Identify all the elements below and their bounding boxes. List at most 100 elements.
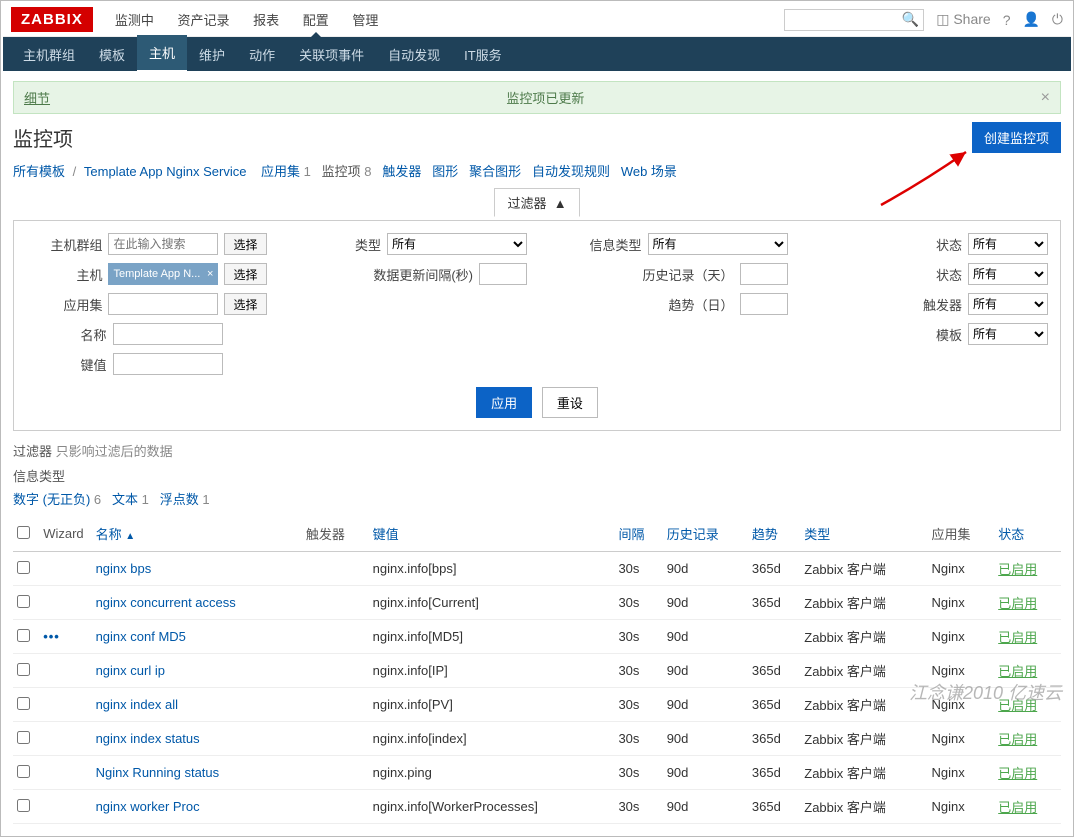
row-checkbox[interactable] — [17, 561, 30, 574]
trigger-select[interactable]: 所有 — [968, 293, 1048, 315]
item-history: 90d — [663, 756, 748, 790]
subfilter-numeric[interactable]: 数字 (无正负) — [13, 492, 90, 507]
item-name-link[interactable]: nginx index all — [96, 697, 178, 712]
item-name-link[interactable]: nginx conf MD5 — [96, 629, 186, 644]
col-history[interactable]: 历史记录 — [663, 516, 748, 552]
bc-tab-web[interactable]: Web 场景 — [621, 164, 677, 179]
bc-tab-graphs[interactable]: 图形 — [432, 164, 458, 179]
row-checkbox[interactable] — [17, 663, 30, 676]
item-key: nginx.info[WorkerProcesses] — [369, 790, 615, 824]
item-name-link[interactable]: nginx index status — [96, 731, 200, 746]
subnav-discovery[interactable]: 自动发现 — [376, 37, 452, 72]
appset-input[interactable] — [108, 293, 218, 315]
bc-tab-discovery[interactable]: 自动发现规则 — [532, 164, 610, 179]
col-type[interactable]: 类型 — [800, 516, 927, 552]
history-input[interactable] — [740, 263, 788, 285]
help-icon[interactable]: ? — [1003, 12, 1011, 28]
select-all-checkbox[interactable] — [17, 526, 30, 539]
trend-input[interactable] — [740, 293, 788, 315]
subnav-actions[interactable]: 动作 — [237, 37, 287, 72]
bc-tab-items: 监控项 8 — [322, 164, 372, 179]
host-select-button[interactable]: 选择 — [224, 263, 266, 285]
subnav-templates[interactable]: 模板 — [87, 37, 137, 72]
name-input[interactable] — [113, 323, 223, 345]
item-name-link[interactable]: nginx worker Proc — [96, 799, 200, 814]
topnav-inventory[interactable]: 资产记录 — [177, 13, 229, 28]
create-item-button[interactable]: 创建监控项 — [972, 122, 1061, 153]
item-status[interactable]: 已启用 — [998, 732, 1037, 747]
bc-template-name[interactable]: Template App Nginx Service — [84, 164, 247, 179]
row-checkbox[interactable] — [17, 765, 30, 778]
host-tag-remove[interactable]: × — [207, 268, 213, 280]
status-select[interactable]: 所有 — [968, 233, 1048, 255]
topnav-config[interactable]: 配置 — [303, 13, 329, 28]
item-name-link[interactable]: nginx curl ip — [96, 663, 165, 678]
item-name-link[interactable]: nginx concurrent access — [96, 595, 236, 610]
topnav-reports[interactable]: 报表 — [253, 13, 279, 28]
item-history: 90d — [663, 654, 748, 688]
row-checkbox[interactable] — [17, 731, 30, 744]
update-interval-input[interactable] — [479, 263, 527, 285]
subnav-maintenance[interactable]: 维护 — [187, 37, 237, 72]
row-checkbox[interactable] — [17, 799, 30, 812]
power-icon[interactable]: ⏻ — [1052, 11, 1063, 28]
row-checkbox[interactable] — [17, 595, 30, 608]
template-filter-label: 模板 — [936, 325, 962, 344]
bc-tab-triggers[interactable]: 触发器 — [382, 164, 421, 179]
key-input[interactable] — [113, 353, 223, 375]
hostgroup-select-button[interactable]: 选择 — [224, 233, 266, 255]
topnav-admin[interactable]: 管理 — [352, 13, 378, 28]
col-name[interactable]: 名称 ▲ — [92, 516, 302, 552]
global-search[interactable]: 🔍 — [784, 9, 924, 31]
reset-button[interactable]: 重设 — [542, 387, 598, 418]
search-icon[interactable]: 🔍 — [902, 11, 919, 28]
item-key: nginx.info[Current] — [369, 586, 615, 620]
item-name-link[interactable]: Nginx Running status — [96, 765, 220, 780]
item-status[interactable]: 已启用 — [998, 766, 1037, 781]
col-trend[interactable]: 趋势 — [748, 516, 800, 552]
subnav-itservices[interactable]: IT服务 — [452, 37, 514, 72]
wizard-icon[interactable]: ••• — [43, 629, 60, 644]
trigger-label: 触发器 — [923, 295, 962, 314]
close-icon[interactable]: × — [1041, 89, 1050, 107]
appset-label: 应用集 — [63, 295, 102, 314]
item-key: nginx.info[PV] — [369, 688, 615, 722]
item-status[interactable]: 已启用 — [998, 630, 1037, 645]
subnav-hostgroups[interactable]: 主机群组 — [11, 37, 87, 72]
hostgroup-input[interactable] — [108, 233, 218, 255]
apply-button[interactable]: 应用 — [476, 387, 532, 418]
user-icon[interactable]: 👤 — [1022, 11, 1039, 28]
item-status[interactable]: 已启用 — [998, 664, 1037, 679]
state-select[interactable]: 所有 — [968, 263, 1048, 285]
col-interval[interactable]: 间隔 — [614, 516, 662, 552]
item-status[interactable]: 已启用 — [998, 596, 1037, 611]
item-status[interactable]: 已启用 — [998, 800, 1037, 815]
item-history: 90d — [663, 586, 748, 620]
subnav-hosts[interactable]: 主机 — [137, 35, 187, 73]
subnav-correlation[interactable]: 关联项事件 — [287, 37, 376, 72]
host-tag[interactable]: Template App N...× — [108, 263, 218, 285]
banner-details-link[interactable]: 细节 — [24, 88, 50, 107]
col-status[interactable]: 状态 — [994, 516, 1061, 552]
type-select[interactable]: 所有 — [387, 233, 527, 255]
item-history: 90d — [663, 722, 748, 756]
item-status[interactable]: 已启用 — [998, 562, 1037, 577]
subfilter-float[interactable]: 浮点数 — [160, 492, 199, 507]
table-row: nginx worker Proc nginx.info[WorkerProces… — [13, 790, 1061, 824]
row-checkbox[interactable] — [17, 697, 30, 710]
template-filter-select[interactable]: 所有 — [968, 323, 1048, 345]
bc-tab-screens[interactable]: 聚合图形 — [469, 164, 521, 179]
subfilter-text[interactable]: 文本 — [112, 492, 138, 507]
row-checkbox[interactable] — [17, 629, 30, 642]
host-label: 主机 — [76, 265, 102, 284]
item-name-link[interactable]: nginx bps — [96, 561, 152, 576]
share-button[interactable]: ◫ Share — [936, 11, 990, 28]
bc-all-templates[interactable]: 所有模板 — [13, 164, 65, 179]
item-status[interactable]: 已启用 — [998, 698, 1037, 713]
col-key[interactable]: 键值 — [369, 516, 615, 552]
topnav-monitor[interactable]: 监测中 — [115, 13, 154, 28]
bc-tab-appset[interactable]: 应用集 1 — [261, 164, 311, 179]
item-history: 90d — [663, 552, 748, 586]
appset-select-button[interactable]: 选择 — [224, 293, 266, 315]
infotype-select[interactable]: 所有 — [648, 233, 788, 255]
